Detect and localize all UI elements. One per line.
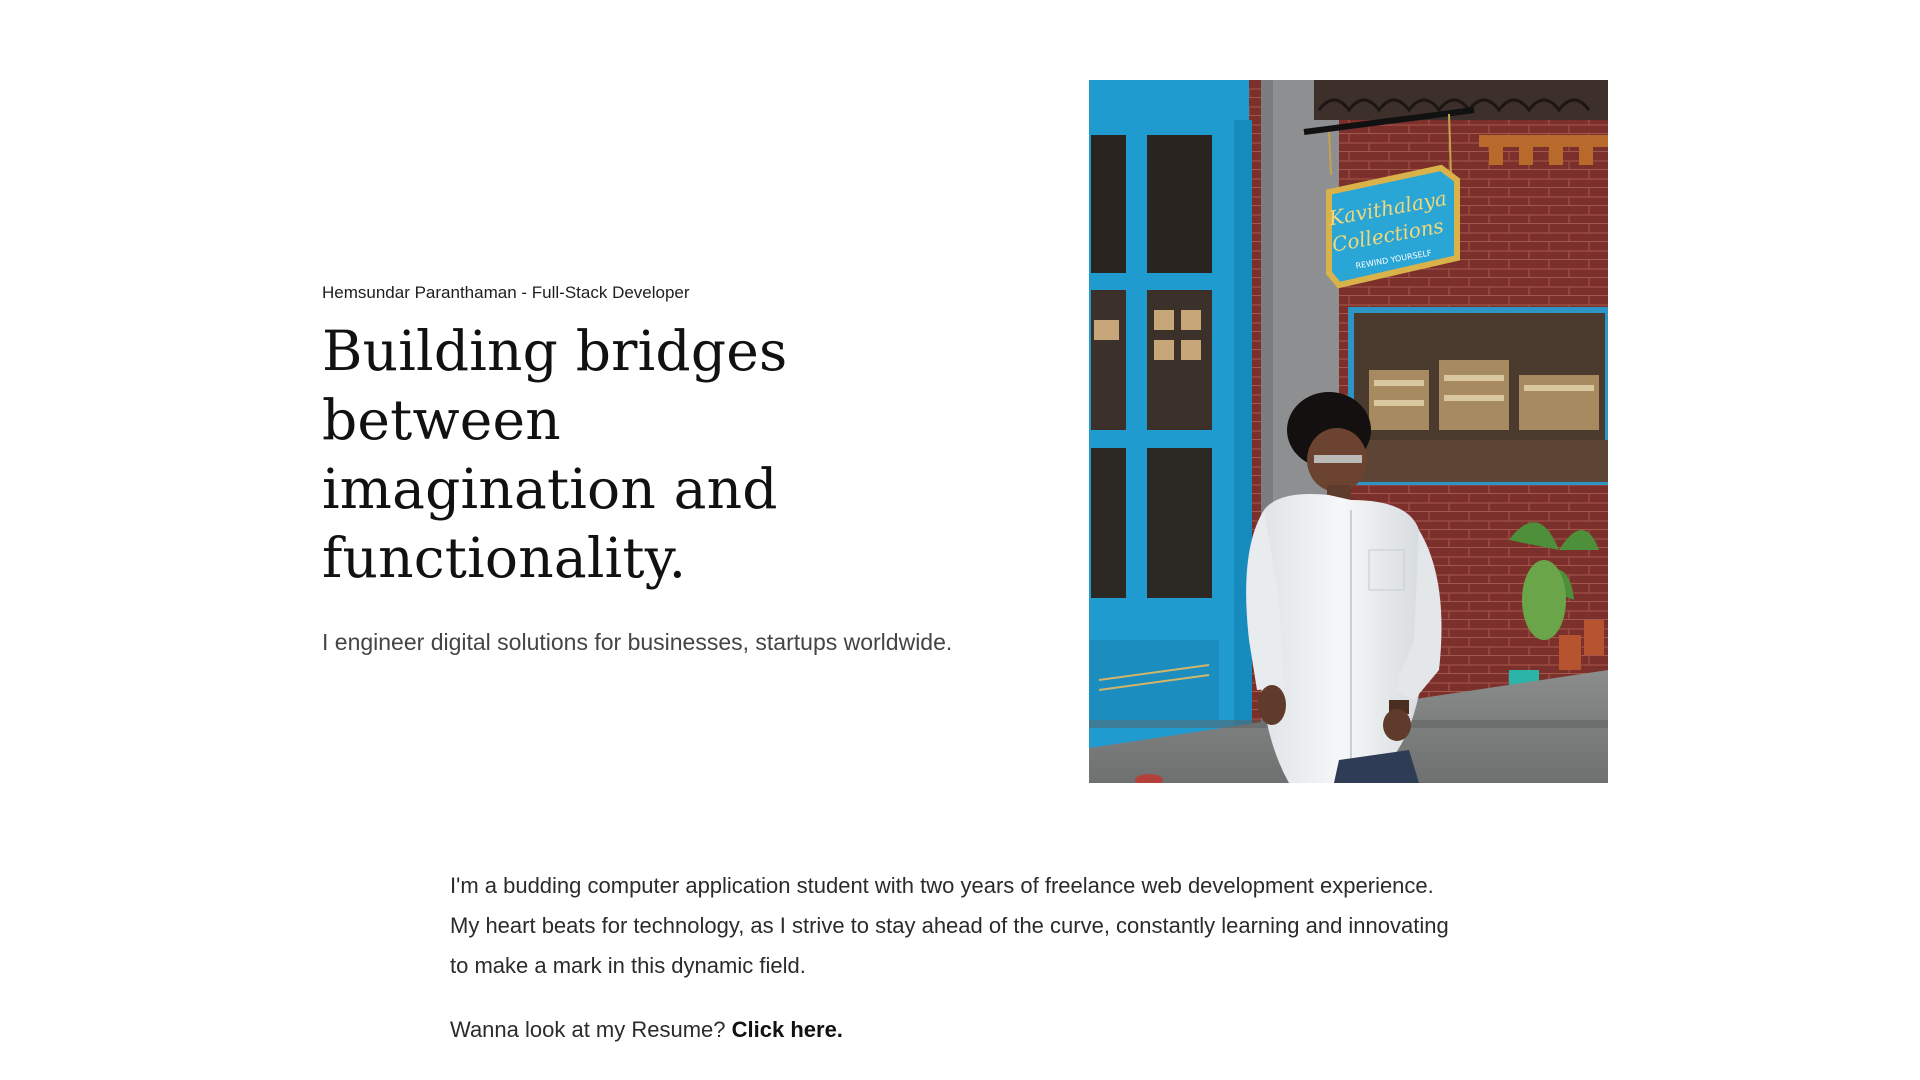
headline-line-2: imagination and: [322, 457, 778, 521]
hero-section: Hemsundar Paranthaman - Full-Stack Devel…: [322, 0, 1608, 800]
name-role-label: Hemsundar Paranthaman - Full-Stack Devel…: [322, 283, 690, 302]
headline-line-1: Building bridges between: [322, 319, 788, 452]
hero-tagline: I engineer digital solutions for busines…: [322, 629, 953, 655]
resume-link[interactable]: Click here.: [732, 1017, 843, 1042]
resume-prompt: Wanna look at my Resume?: [450, 1017, 732, 1042]
about-section: I'm a budding computer application stude…: [450, 866, 1450, 1050]
hero-headline: Building bridges between imagination and…: [322, 317, 1022, 593]
resume-line: Wanna look at my Resume? Click here.: [450, 1010, 1450, 1050]
hero-text: Hemsundar Paranthaman - Full-Stack Devel…: [322, 283, 1022, 657]
profile-photo: Kavithalaya Collections REWIND YOURSELF: [1089, 80, 1608, 783]
headline-line-3: functionality.: [322, 526, 687, 590]
about-paragraph: I'm a budding computer application stude…: [450, 873, 1449, 978]
profile-photo-illustration: Kavithalaya Collections REWIND YOURSELF: [1089, 80, 1608, 783]
